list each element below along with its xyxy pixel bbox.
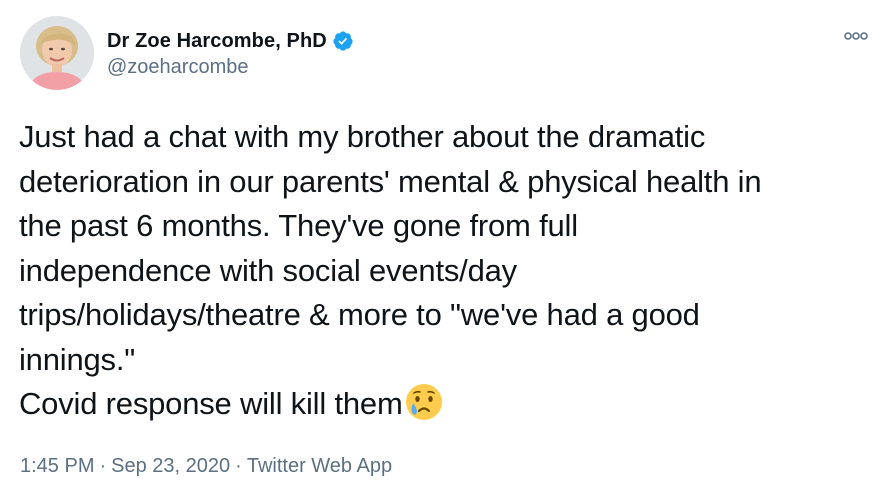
- display-name-row: Dr Zoe Harcombe, PhD: [107, 27, 354, 55]
- display-name[interactable]: Dr Zoe Harcombe, PhD: [107, 30, 327, 53]
- more-horizontal-icon[interactable]: [841, 26, 871, 46]
- tweet-card: Dr Zoe Harcombe, PhD @zoeharcombe Just h…: [0, 0, 891, 495]
- tweet-header: Dr Zoe Harcombe, PhD @zoeharcombe: [20, 16, 871, 96]
- tweet-text: Just had a chat with my brother about th…: [19, 115, 879, 427]
- avatar-image: [20, 16, 94, 90]
- tweet-time: 1:45 PM: [20, 455, 95, 477]
- user-names: Dr Zoe Harcombe, PhD @zoeharcombe: [107, 27, 354, 79]
- tweet-line: Covid response will kill them: [19, 386, 403, 421]
- tweet-source-link[interactable]: Twitter Web App: [247, 455, 392, 478]
- separator: ·: [99, 455, 107, 477]
- user-handle[interactable]: @zoeharcombe: [107, 56, 354, 79]
- avatar[interactable]: [20, 16, 94, 90]
- tweet-line: Just had a chat with my brother about th…: [19, 119, 706, 154]
- tweet-meta: 1:45 PM · Sep 23, 2020 · Twitter Web App: [20, 455, 392, 478]
- tweet-line: trips/holidays/theatre & more to "we've …: [19, 297, 700, 332]
- tweet-line: deterioration in our parents' mental & p…: [19, 163, 762, 199]
- tweet-line: innings.": [19, 341, 136, 377]
- tweet-line: the past 6 months. They've gone from ful…: [19, 208, 578, 243]
- separator: ·: [235, 455, 242, 477]
- tweet-line: independence with social events/day: [19, 252, 517, 288]
- crying-face-emoji-icon: [404, 382, 444, 422]
- tweet-time-link[interactable]: 1:45 PM · Sep 23, 2020: [20, 455, 230, 478]
- verified-badge-icon: [332, 30, 354, 52]
- tweet-date: Sep 23, 2020: [111, 455, 231, 477]
